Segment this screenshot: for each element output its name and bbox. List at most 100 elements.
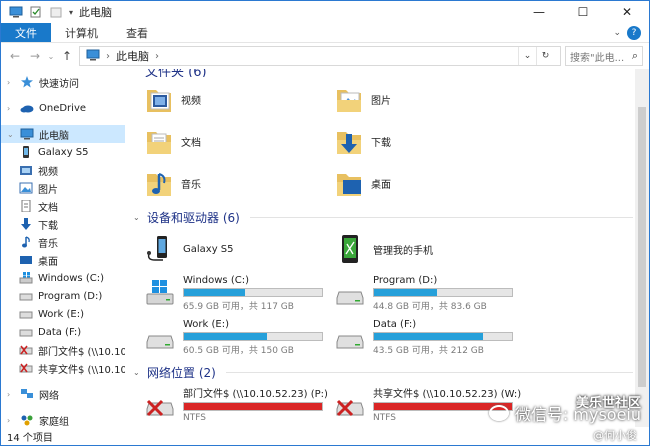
windows-drive-icon bbox=[145, 278, 175, 308]
nav-music[interactable]: 音乐 bbox=[1, 233, 125, 251]
nav-drive-f[interactable]: Data (F:) bbox=[1, 323, 125, 341]
desktop-folder-icon bbox=[335, 168, 363, 198]
address-row: ← → ⌄ ↑ › 此电脑 › ⌄ ↻ 搜索"此电... ⌕ bbox=[1, 43, 649, 69]
nav-drive-c[interactable]: Windows (C:) bbox=[1, 269, 125, 287]
address-dropdown-icon[interactable]: ⌄ bbox=[518, 47, 536, 65]
drive-usage-fill bbox=[374, 332, 484, 340]
tab-view[interactable]: 查看 bbox=[112, 23, 162, 42]
new-folder-icon[interactable] bbox=[49, 6, 63, 18]
nav-downloads[interactable]: 下载 bbox=[1, 215, 125, 233]
nav-drive-d[interactable]: Program (D:) bbox=[1, 287, 125, 305]
network-icon bbox=[20, 388, 34, 400]
tab-computer[interactable]: 计算机 bbox=[51, 23, 112, 42]
drive-item-d[interactable]: Program (D:) 44.8 GB 可用，共 83.6 GB bbox=[335, 274, 525, 312]
nav-desktop[interactable]: 桌面 bbox=[1, 251, 125, 269]
video-folder-icon bbox=[19, 164, 33, 176]
folder-item[interactable]: 图片 bbox=[335, 81, 525, 117]
forward-arrow-icon[interactable]: → bbox=[27, 49, 43, 63]
back-arrow-icon[interactable]: ← bbox=[7, 49, 23, 63]
search-input[interactable]: 搜索"此电... ⌕ bbox=[565, 46, 643, 66]
folders-grid: 视频 图片 文档 下载 音乐 桌面 bbox=[133, 81, 649, 201]
network-drive-item[interactable]: 部门文件$ (\\10.10.52.23) (P:) NTFS bbox=[145, 385, 335, 423]
cloud-icon bbox=[20, 102, 34, 114]
tab-file[interactable]: 文件 bbox=[1, 23, 51, 42]
nav-network[interactable]: › 网络 bbox=[1, 385, 125, 403]
disconnected-network-drive-icon bbox=[19, 362, 33, 374]
folder-item[interactable]: 视频 bbox=[145, 81, 335, 117]
minimize-button[interactable]: — bbox=[517, 1, 561, 23]
nav-galaxy-s5[interactable]: Galaxy S5 bbox=[1, 143, 125, 161]
folder-item[interactable]: 音乐 bbox=[145, 165, 335, 201]
address-bar[interactable]: › 此电脑 › ⌄ ↻ bbox=[79, 46, 561, 66]
music-folder-icon bbox=[145, 168, 173, 198]
disconnected-network-drive-icon bbox=[145, 389, 175, 419]
nav-quick-access[interactable]: › 快速访问 bbox=[1, 73, 125, 91]
navigation-pane: › 快速访问 › OneDrive ⌄ 此电脑 Galaxy S5 视频 图片 … bbox=[1, 69, 125, 427]
help-icon[interactable]: ? bbox=[627, 25, 641, 40]
maximize-button[interactable]: ☐ bbox=[561, 1, 605, 23]
content-pane: 文件夹 (6) 视频 图片 文档 下载 音乐 桌面 ⌄ 设备和驱动器 (6) G… bbox=[125, 69, 649, 427]
nav-videos[interactable]: 视频 bbox=[1, 161, 125, 179]
title-bar: ▾ 此电脑 — ☐ ✕ bbox=[1, 1, 649, 23]
watermark-author: @何小俊 bbox=[593, 429, 637, 442]
expand-ribbon-icon[interactable]: ⌄ bbox=[613, 28, 621, 38]
up-arrow-icon[interactable]: ↑ bbox=[59, 49, 75, 63]
collapse-chevron-icon[interactable]: ⌄ bbox=[133, 368, 143, 377]
devices-group-header[interactable]: ⌄ 设备和驱动器 (6) bbox=[133, 209, 649, 226]
drive-item-e[interactable]: Work (E:) 60.5 GB 可用，共 150 GB bbox=[145, 318, 335, 356]
nav-onedrive[interactable]: › OneDrive bbox=[1, 99, 125, 117]
folder-item[interactable]: 文档 bbox=[145, 123, 335, 159]
pictures-folder-icon bbox=[19, 182, 33, 194]
music-note-icon bbox=[19, 236, 33, 248]
phone-icon bbox=[19, 146, 33, 158]
status-bar: 14 个项目 bbox=[1, 427, 649, 445]
breadcrumb-this-pc[interactable]: 此电脑 bbox=[116, 48, 149, 64]
network-group-header[interactable]: ⌄ 网络位置 (2) bbox=[133, 364, 649, 381]
homegroup-icon bbox=[20, 414, 34, 426]
computer-icon bbox=[86, 49, 100, 64]
collapse-chevron-icon[interactable]: ⌄ bbox=[7, 130, 15, 139]
drive-usage-bar bbox=[183, 287, 323, 297]
expand-chevron-icon[interactable]: › bbox=[7, 416, 15, 425]
breadcrumb-chevron-icon[interactable]: › bbox=[106, 51, 110, 62]
nav-network-drive-p[interactable]: 部门文件$ (\\10.10 bbox=[1, 341, 125, 359]
computer-icon[interactable] bbox=[9, 6, 23, 18]
nav-homegroup[interactable]: › 家庭组 bbox=[1, 411, 125, 427]
main-area: › 快速访问 › OneDrive ⌄ 此电脑 Galaxy S5 视频 图片 … bbox=[1, 69, 649, 427]
nav-documents[interactable]: 文档 bbox=[1, 197, 125, 215]
hard-drive-icon bbox=[19, 326, 33, 338]
nav-drive-e[interactable]: Work (E:) bbox=[1, 305, 125, 323]
drive-item-c[interactable]: Windows (C:) 65.9 GB 可用，共 117 GB bbox=[145, 274, 335, 312]
computer-icon bbox=[20, 128, 34, 140]
folder-item[interactable]: 下载 bbox=[335, 123, 525, 159]
drive-usage-fill bbox=[374, 288, 438, 296]
close-button[interactable]: ✕ bbox=[605, 1, 649, 23]
folder-item[interactable]: 桌面 bbox=[335, 165, 525, 201]
quick-access-dropdown-icon[interactable]: ▾ bbox=[69, 8, 73, 17]
hard-drive-icon bbox=[145, 322, 175, 352]
properties-icon[interactable] bbox=[29, 6, 43, 18]
expand-chevron-icon[interactable]: › bbox=[7, 390, 15, 399]
devices-grid: Galaxy S5 管理我的手机 Windows (C:) 65.9 GB 可用… bbox=[133, 230, 649, 356]
hard-drive-icon bbox=[335, 322, 365, 352]
search-icon[interactable]: ⌕ bbox=[632, 49, 638, 63]
expand-chevron-icon[interactable]: › bbox=[7, 104, 15, 113]
windows-drive-icon bbox=[19, 272, 33, 284]
explorer-window: ▾ 此电脑 — ☐ ✕ 文件 计算机 查看 ⌄ ? ← → ⌄ ↑ › 此电脑 … bbox=[0, 0, 650, 446]
expand-chevron-icon[interactable]: › bbox=[7, 78, 15, 87]
refresh-icon[interactable]: ↻ bbox=[536, 47, 554, 65]
drive-item-f[interactable]: Data (F:) 43.5 GB 可用，共 212 GB bbox=[335, 318, 525, 356]
nav-this-pc[interactable]: ⌄ 此电脑 bbox=[1, 125, 125, 143]
folders-group-title[interactable]: 文件夹 (6) bbox=[133, 69, 649, 77]
recent-dropdown-icon[interactable]: ⌄ bbox=[47, 52, 55, 61]
breadcrumb-chevron-icon[interactable]: › bbox=[155, 51, 159, 62]
collapse-chevron-icon[interactable]: ⌄ bbox=[133, 213, 143, 222]
desktop-icon bbox=[19, 254, 33, 266]
nav-pictures[interactable]: 图片 bbox=[1, 179, 125, 197]
nav-network-drive-w[interactable]: 共享文件$ (\\10.10 bbox=[1, 359, 125, 377]
device-item[interactable]: 管理我的手机 bbox=[335, 230, 525, 268]
scrollbar-thumb[interactable] bbox=[638, 107, 646, 387]
device-item[interactable]: Galaxy S5 bbox=[145, 230, 335, 268]
ribbon-tabs: 文件 计算机 查看 ⌄ ? bbox=[1, 23, 649, 43]
vertical-scrollbar[interactable] bbox=[635, 69, 649, 427]
